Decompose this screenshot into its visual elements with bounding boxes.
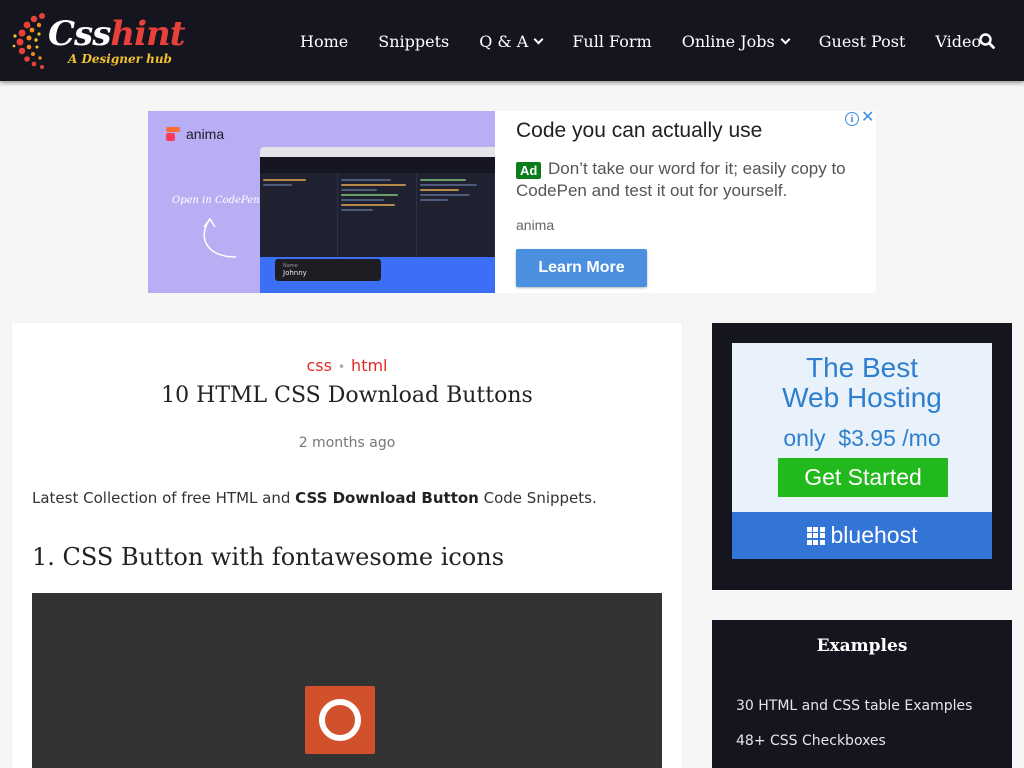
- search-icon[interactable]: [978, 32, 996, 50]
- hosting-ad-footer: bluehost: [732, 512, 992, 559]
- logo-tagline: A Designer hub: [68, 52, 172, 66]
- chevron-down-icon: [780, 34, 791, 44]
- article-date: 2 months ago: [298, 435, 396, 451]
- ad-headline[interactable]: Code you can actually use: [516, 119, 762, 143]
- examples-widget: Examples 30 HTML and CSS table Examples …: [712, 620, 1012, 768]
- nav-item-qa[interactable]: Q & A: [479, 32, 544, 51]
- category-separator: •: [337, 360, 346, 374]
- demo-preview-frame: [32, 593, 662, 768]
- anima-logo: anima: [166, 126, 224, 142]
- hosting-ad-price: only $3.95 /mo: [783, 425, 941, 451]
- article-title: 10 HTML CSS Download Buttons: [161, 383, 533, 408]
- site-header: Csshint A Designer hub Home Snippets Q &…: [0, 0, 1024, 81]
- nav-item-guest-post[interactable]: Guest Post: [819, 32, 906, 51]
- chevron-down-icon: [533, 34, 544, 44]
- ad-body-text: Don’t take our word for it; easily copy …: [516, 159, 846, 200]
- logo-wordmark: Csshint: [48, 14, 185, 54]
- nav-item-snippets[interactable]: Snippets: [378, 32, 449, 51]
- main-nav: Home Snippets Q & A Full Form Online Job…: [300, 28, 1011, 54]
- anima-logo-icon: [166, 127, 180, 141]
- ad-advertiser[interactable]: anima: [516, 217, 554, 233]
- bluehost-grid-icon: [806, 526, 825, 545]
- learn-more-button[interactable]: Learn More: [516, 249, 647, 287]
- widget-link[interactable]: 30 HTML and CSS table Examples: [736, 698, 972, 714]
- article-categories: css • html: [12, 356, 682, 375]
- ad-info-icon[interactable]: i: [845, 112, 859, 126]
- hosting-ad-line2: Web Hosting: [782, 382, 942, 413]
- hosting-brand: bluehost: [830, 522, 918, 548]
- category-link-html[interactable]: html: [351, 356, 387, 375]
- hosting-ad[interactable]: The Best Web Hosting only $3.95 /mo Get …: [732, 343, 992, 559]
- intro-keyword: CSS Download Button: [295, 489, 479, 507]
- get-started-button[interactable]: Get Started: [778, 458, 948, 497]
- nav-item-online-jobs[interactable]: Online Jobs: [682, 32, 791, 51]
- nav-item-video[interactable]: Video: [935, 32, 981, 51]
- loading-ring-icon: [319, 699, 361, 741]
- preview-input-mock: Name Johnny: [275, 259, 381, 281]
- ad-image-caption: Open in CodePen: [172, 195, 260, 206]
- top-ad-banner[interactable]: anima Open in CodePen Name Johnny Code y…: [148, 110, 876, 293]
- hosting-ad-line1: The Best: [805, 352, 919, 383]
- widget-title: Examples: [816, 636, 908, 656]
- curved-arrow-icon: [203, 217, 237, 258]
- category-link-css[interactable]: css: [307, 356, 332, 375]
- article-card: css • html 10 HTML CSS Download Buttons 2 …: [12, 323, 682, 768]
- site-logo[interactable]: Csshint A Designer hub: [12, 6, 185, 74]
- article-intro: Latest Collection of free HTML and CSS D…: [32, 489, 597, 507]
- ad-image[interactable]: anima Open in CodePen Name Johnny: [148, 111, 495, 293]
- ad-badge: Ad: [516, 162, 542, 179]
- nav-item-home[interactable]: Home: [300, 32, 348, 51]
- widget-link[interactable]: 48+ CSS Checkboxes: [736, 733, 886, 749]
- section-heading: 1. CSS Button with fontawesome icons: [32, 543, 505, 571]
- nav-item-full-form[interactable]: Full Form: [572, 32, 651, 51]
- ad-close-icon[interactable]: ✕: [861, 110, 875, 126]
- sidebar-ad-container: The Best Web Hosting only $3.95 /mo Get …: [712, 323, 1012, 590]
- demo-download-button[interactable]: [305, 686, 375, 754]
